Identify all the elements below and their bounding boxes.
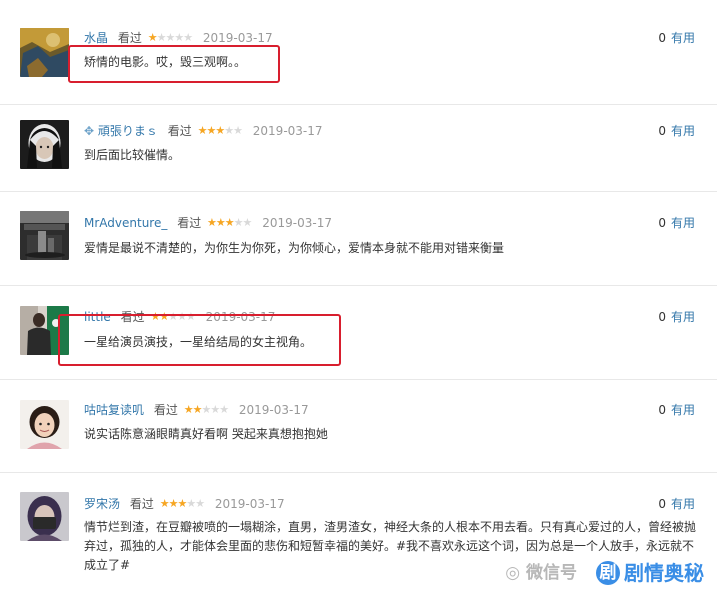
highlight-box	[68, 45, 280, 83]
useful-vote[interactable]: 0 有用	[658, 214, 695, 232]
wechat-icon: ◎	[505, 563, 521, 583]
star-filled-icon: ★	[183, 403, 194, 416]
review-list-page: 水晶 看过 ★★★★★ 2019-03-17 0 有用 矫情的电影。哎，毁三观啊。…	[0, 0, 717, 595]
star-filled-icon: ★	[159, 497, 170, 510]
wechat-watermark: ◎ 微信号	[505, 558, 577, 583]
username-link[interactable]: 咕咕复读叽	[84, 403, 144, 417]
highlight-box	[58, 314, 341, 366]
review-item: 咕咕复读叽 看过 ★★★★★ 2019-03-17 0 有用 说实话陈意涵眼睛真好…	[0, 380, 717, 473]
star-empty-icon: ★	[224, 124, 234, 137]
useful-vote[interactable]: 0 有用	[658, 122, 695, 140]
user-badge-icon: ✥	[84, 124, 95, 138]
useful-count: 0	[658, 310, 666, 324]
star-empty-icon: ★	[210, 403, 220, 416]
review-date: 2019-03-17	[214, 497, 285, 511]
brand-logo-icon: 剧	[596, 561, 620, 585]
useful-count: 0	[658, 31, 666, 45]
review-comment: 爱情是最说不清楚的，为你生为你死，为你倾心，爱情本身就不能用对错来衡量	[84, 241, 505, 255]
review-date: 2019-03-17	[238, 403, 309, 417]
star-filled-icon: ★	[147, 31, 158, 44]
useful-vote[interactable]: 0 有用	[658, 308, 695, 326]
brand-name: 剧情奥秘	[624, 561, 704, 585]
watched-status: 看过	[117, 31, 142, 45]
star-empty-icon: ★	[233, 124, 243, 137]
username-link[interactable]: 水晶	[84, 31, 108, 45]
username-link[interactable]: ✥ 頑張りまｓ	[84, 124, 158, 138]
review-meta: ✥ 頑張りまｓ 看过 ★★★★★ 2019-03-17	[84, 122, 323, 140]
useful-label[interactable]: 有用	[671, 31, 695, 45]
useful-count: 0	[658, 403, 666, 417]
star-empty-icon: ★	[201, 403, 211, 416]
rating-stars: ★★★★★	[159, 495, 205, 513]
star-empty-icon: ★	[165, 31, 175, 44]
useful-count: 0	[658, 124, 666, 138]
review-item: ✥ 頑張りまｓ 看过 ★★★★★ 2019-03-17 0 有用 到后面比较催情。	[0, 105, 717, 192]
review-meta: 罗宋汤 看过 ★★★★★ 2019-03-17	[84, 495, 285, 513]
avatar[interactable]	[20, 492, 69, 541]
avatar[interactable]	[20, 120, 69, 169]
star-filled-icon: ★	[215, 216, 226, 229]
watched-status: 看过	[129, 497, 154, 511]
review-meta: MrAdventure_ 看过 ★★★★★ 2019-03-17	[84, 214, 332, 232]
star-filled-icon: ★	[177, 497, 187, 510]
review-item: MrAdventure_ 看过 ★★★★★ 2019-03-17 0 有用 爱情是…	[0, 192, 717, 286]
star-filled-icon: ★	[206, 124, 216, 137]
useful-label[interactable]: 有用	[671, 310, 695, 324]
username-link[interactable]: MrAdventure_	[84, 216, 167, 230]
review-comment: 到后面比较催情。	[84, 148, 181, 162]
star-empty-icon: ★	[183, 31, 193, 44]
star-empty-icon: ★	[219, 403, 229, 416]
review-item: 水晶 看过 ★★★★★ 2019-03-17 0 有用 矫情的电影。哎，毁三观啊。…	[0, 0, 717, 105]
avatar[interactable]	[20, 28, 69, 77]
watched-status: 看过	[177, 216, 202, 230]
useful-count: 0	[658, 216, 666, 230]
review-item: little 看过 ★★★★★ 2019-03-17 0 有用 一星给演员演技，一…	[0, 286, 717, 380]
useful-vote[interactable]: 0 有用	[658, 495, 695, 513]
useful-label[interactable]: 有用	[671, 124, 695, 138]
avatar[interactable]	[20, 400, 69, 449]
useful-label[interactable]: 有用	[671, 497, 695, 511]
review-date: 2019-03-17	[262, 216, 332, 230]
rating-stars: ★★★★★	[183, 401, 229, 419]
star-empty-icon: ★	[195, 497, 205, 510]
review-date: 2019-03-17	[252, 124, 323, 138]
watched-status: 看过	[167, 124, 192, 138]
star-empty-icon: ★	[233, 216, 244, 229]
username-text[interactable]: 頑張りまｓ	[98, 124, 158, 138]
rating-stars: ★★★★★	[207, 214, 253, 232]
useful-vote[interactable]: 0 有用	[658, 29, 695, 47]
star-empty-icon: ★	[174, 31, 184, 44]
useful-vote[interactable]: 0 有用	[658, 401, 695, 419]
review-meta: 咕咕复读叽 看过 ★★★★★ 2019-03-17	[84, 401, 309, 419]
star-empty-icon: ★	[186, 497, 196, 510]
review-comment: 说实话陈意涵眼睛真好看啊 哭起来真想抱抱她	[84, 427, 328, 441]
brand-watermark: 剧 剧情奥秘	[591, 559, 709, 587]
wechat-watermark-text: 微信号	[526, 563, 577, 583]
review-date: 2019-03-17	[202, 31, 273, 45]
useful-label[interactable]: 有用	[671, 403, 695, 417]
useful-count: 0	[658, 497, 666, 511]
star-filled-icon: ★	[224, 216, 235, 229]
brand-logo-glyph: 剧	[599, 562, 617, 583]
star-empty-icon: ★	[242, 216, 253, 229]
star-filled-icon: ★	[215, 124, 225, 137]
watched-status: 看过	[153, 403, 178, 417]
rating-stars: ★★★★★	[198, 122, 243, 140]
avatar[interactable]	[20, 211, 69, 260]
useful-label[interactable]: 有用	[671, 216, 695, 230]
username-link[interactable]: 罗宋汤	[84, 497, 120, 511]
star-filled-icon: ★	[207, 216, 217, 229]
